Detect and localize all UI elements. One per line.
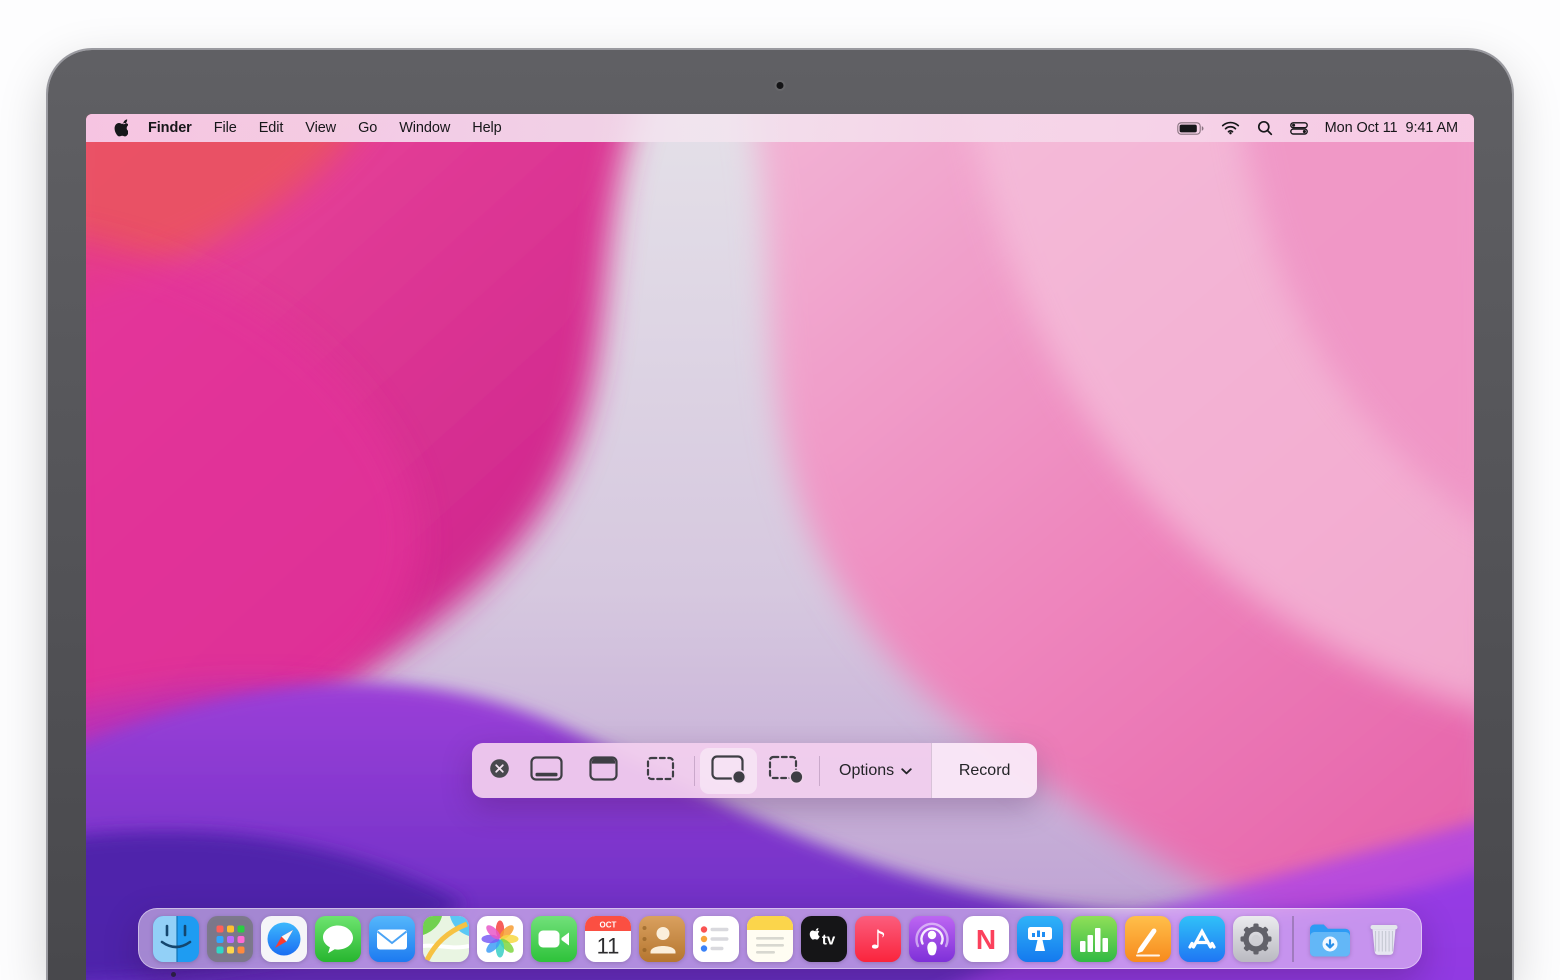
record-selected-portion-button[interactable] bbox=[757, 748, 814, 794]
menu-item-edit[interactable]: Edit bbox=[248, 120, 295, 136]
macbook-bezel: FinderFileEditViewGoWindowHelp Mon Oct 1… bbox=[48, 50, 1512, 980]
dock-item-contacts[interactable] bbox=[639, 916, 685, 962]
options-button[interactable]: Options bbox=[825, 743, 929, 798]
dock-item-safari[interactable] bbox=[261, 916, 307, 962]
menu-item-view[interactable]: View bbox=[294, 120, 347, 136]
menu-item-go[interactable]: Go bbox=[347, 120, 388, 136]
dock-item-app-store[interactable] bbox=[1179, 916, 1225, 962]
battery-icon[interactable] bbox=[1177, 122, 1204, 135]
toolbar-divider bbox=[694, 756, 695, 786]
capture-mode-buttons bbox=[480, 748, 814, 794]
dock-item-calendar[interactable]: OCT 11 bbox=[585, 916, 631, 962]
close-button[interactable] bbox=[480, 748, 518, 794]
options-label: Options bbox=[839, 762, 894, 780]
menubar-menus: FinderFileEditViewGoWindowHelp bbox=[137, 120, 513, 136]
menu-item-help[interactable]: Help bbox=[461, 120, 512, 136]
svg-text:tv: tv bbox=[822, 931, 836, 948]
wifi-icon[interactable] bbox=[1221, 121, 1240, 135]
close-x-circle-icon bbox=[488, 757, 511, 785]
menubar-time: 9:41 AM bbox=[1406, 120, 1459, 136]
dock-separator bbox=[1292, 916, 1294, 962]
svg-text:11: 11 bbox=[597, 933, 620, 958]
menubar-clock[interactable]: Mon Oct 11 9:41 AM bbox=[1325, 120, 1458, 136]
dock-item-keynote[interactable] bbox=[1017, 916, 1063, 962]
dock-item-numbers[interactable] bbox=[1071, 916, 1117, 962]
toolbar-divider bbox=[819, 756, 820, 786]
spotlight-search-icon[interactable] bbox=[1257, 120, 1273, 136]
apple-menu-icon[interactable] bbox=[112, 119, 128, 138]
selection-record-dot-icon bbox=[766, 752, 805, 790]
screenshot-toolbar-main: Options bbox=[472, 743, 931, 798]
dock-item-podcasts[interactable] bbox=[909, 916, 955, 962]
capture-entire-screen-button[interactable] bbox=[518, 748, 575, 794]
screenshot-toolbar: Options Record bbox=[472, 743, 1037, 798]
dock-item-news[interactable]: N bbox=[963, 916, 1009, 962]
capture-selected-window-button[interactable] bbox=[575, 748, 632, 794]
dock-item-tv[interactable]: tv bbox=[801, 916, 847, 962]
dock-item-facetime[interactable] bbox=[531, 916, 577, 962]
chevron-down-icon bbox=[901, 762, 912, 780]
finder-running-indicator bbox=[171, 972, 176, 977]
menu-item-file[interactable]: File bbox=[203, 120, 248, 136]
window-outline-icon bbox=[587, 753, 620, 789]
dock-item-notes[interactable] bbox=[747, 916, 793, 962]
monterey-wallpaper bbox=[86, 114, 1474, 980]
svg-text:OCT: OCT bbox=[600, 920, 617, 929]
menu-bar: FinderFileEditViewGoWindowHelp Mon Oct 1… bbox=[86, 114, 1474, 142]
svg-text:♪: ♪ bbox=[870, 925, 887, 955]
dock-item-reminders[interactable] bbox=[693, 916, 739, 962]
dashed-selection-icon bbox=[644, 753, 677, 789]
desktop-screen: FinderFileEditViewGoWindowHelp Mon Oct 1… bbox=[86, 114, 1474, 980]
dock-item-messages[interactable] bbox=[315, 916, 361, 962]
control-center-icon[interactable] bbox=[1290, 122, 1308, 135]
record-label: Record bbox=[959, 762, 1011, 780]
dock-item-downloads[interactable] bbox=[1307, 916, 1353, 962]
menu-item-window[interactable]: Window bbox=[388, 120, 461, 136]
dock-item-photos[interactable] bbox=[477, 916, 523, 962]
screen-outline-icon bbox=[528, 753, 565, 789]
capture-selected-portion-button[interactable] bbox=[632, 748, 689, 794]
dock-item-launchpad[interactable] bbox=[207, 916, 253, 962]
facetime-camera bbox=[777, 82, 784, 89]
record-button[interactable]: Record bbox=[931, 743, 1037, 798]
svg-text:N: N bbox=[976, 924, 996, 955]
dock: OCT 11 tv ♪ N bbox=[138, 908, 1422, 969]
dock-item-pages[interactable] bbox=[1125, 916, 1171, 962]
record-entire-screen-button[interactable] bbox=[700, 748, 757, 794]
dock-item-system-preferences[interactable] bbox=[1233, 916, 1279, 962]
menu-item-finder[interactable]: Finder bbox=[137, 120, 203, 136]
menubar-date: Mon Oct 11 bbox=[1325, 120, 1398, 136]
screen-record-dot-icon bbox=[709, 752, 748, 790]
dock-item-finder[interactable] bbox=[153, 916, 199, 962]
dock-item-music[interactable]: ♪ bbox=[855, 916, 901, 962]
dock-item-mail[interactable] bbox=[369, 916, 415, 962]
dock-item-maps[interactable] bbox=[423, 916, 469, 962]
dock-item-trash[interactable] bbox=[1361, 916, 1407, 962]
